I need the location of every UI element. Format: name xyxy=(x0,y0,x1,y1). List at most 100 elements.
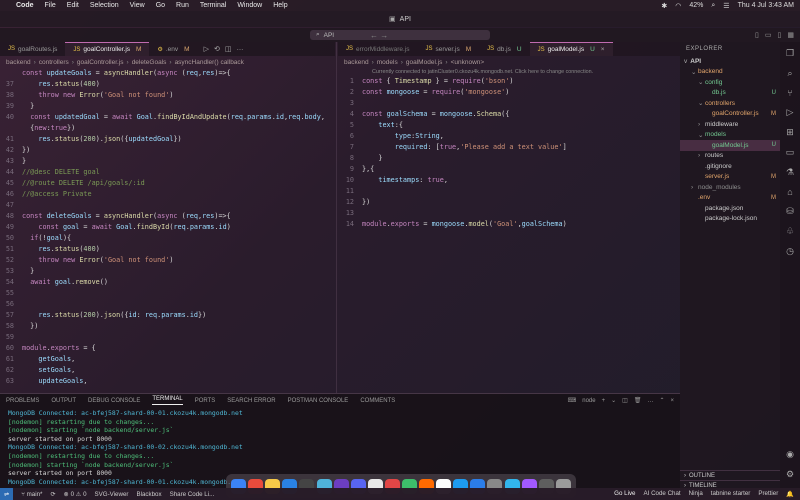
menu-view[interactable]: View xyxy=(130,2,145,9)
tab-goalcontroller[interactable]: JS goalController.js M xyxy=(65,42,150,56)
bookmark-icon[interactable]: ⌂ xyxy=(787,187,792,197)
terminal-shell-name[interactable]: node xyxy=(582,398,595,404)
tab-server[interactable]: JS server.js M xyxy=(417,42,479,56)
trash-icon[interactable]: 🗑 xyxy=(634,397,642,404)
more-actions-icon[interactable]: … xyxy=(647,398,653,404)
maximize-panel-icon[interactable]: ⌃ xyxy=(659,397,664,404)
explorer-item[interactable]: › middleware xyxy=(680,119,780,130)
breadcrumb-item[interactable]: models xyxy=(377,59,398,66)
files-icon[interactable]: ❐ xyxy=(786,48,794,59)
status-ninja[interactable]: Ninja xyxy=(689,490,703,498)
panel-tab-problems[interactable]: PROBLEMS xyxy=(6,398,39,404)
menu-selection[interactable]: Selection xyxy=(90,2,119,9)
search-icon[interactable]: ⌕ xyxy=(711,2,715,10)
code-line[interactable]: 3 xyxy=(340,98,678,109)
command-search-box[interactable]: ⌕ API xyxy=(310,30,490,40)
code-line[interactable]: 1 const { Timestamp } = require('bson') xyxy=(340,76,678,87)
status-svg-viewer[interactable]: SVG-Viewer xyxy=(95,491,129,498)
code-line[interactable]: 6 type:String, xyxy=(340,131,678,142)
code-line[interactable]: 7 required: [true,'Please add a text val… xyxy=(340,142,678,153)
menu-app-name[interactable]: Code xyxy=(16,2,34,9)
panel-tab-debug-console[interactable]: DEBUG CONSOLE xyxy=(88,398,140,404)
panel-tab-postman-console[interactable]: POSTMAN CONSOLE xyxy=(288,398,349,404)
breadcrumb-item[interactable]: asyncHandler() callback xyxy=(175,59,244,66)
source-control-icon[interactable]: ⑂ xyxy=(787,88,792,98)
panel-tab-terminal[interactable]: TERMINAL xyxy=(152,396,183,405)
code-line[interactable]: 4 const goalSchema = mongoose.Schema({ xyxy=(340,109,678,120)
split-editor-icon[interactable]: ◫ xyxy=(225,45,232,53)
code-line[interactable]: 37 res.status(400) xyxy=(0,79,330,90)
code-line[interactable]: 45 //@route DELETE /api/goals/:id xyxy=(0,178,330,189)
search-icon[interactable]: ⌕ xyxy=(787,68,792,79)
code-line[interactable]: 43} xyxy=(0,156,330,167)
bluetooth-icon[interactable]: ✱ xyxy=(661,2,667,10)
code-line[interactable]: 58 }) xyxy=(0,321,330,332)
menu-window[interactable]: Window xyxy=(237,2,262,9)
code-line[interactable]: 44 //@desc DELETE goal xyxy=(0,167,330,178)
code-line[interactable]: 50 if(!goal){ xyxy=(0,233,330,244)
menu-file[interactable]: File xyxy=(45,2,56,9)
close-icon[interactable]: × xyxy=(601,46,605,53)
explorer-item[interactable]: ⌄ config xyxy=(680,77,780,88)
status-ai-code-chat[interactable]: AI Code Chat xyxy=(644,490,681,498)
status-blackbox[interactable]: Blackbox xyxy=(136,491,161,498)
explorer-item[interactable]: server.js M xyxy=(680,172,780,183)
leaf-icon[interactable]: ♧ xyxy=(786,226,794,237)
status-go-live[interactable]: Go Live xyxy=(614,490,635,498)
breadcrumb-item[interactable]: backend xyxy=(344,59,369,66)
code-line[interactable]: 40 const updatedGoal = await Goal.findBy… xyxy=(0,112,330,123)
git-branch[interactable]: ⑂ main* xyxy=(21,491,42,498)
explorer-item[interactable]: ⌄ models xyxy=(680,130,780,141)
status-share-code[interactable]: Share Code Li... xyxy=(170,491,215,498)
tab-goalmodel[interactable]: JS goalModel.js U × xyxy=(529,42,613,56)
right-code-editor[interactable]: 1 const { Timestamp } = require('bson') 2 c… xyxy=(340,76,678,236)
code-line[interactable]: 8 } xyxy=(340,153,678,164)
panel-tab-ports[interactable]: PORTS xyxy=(195,398,216,404)
code-line[interactable]: 47 xyxy=(0,200,330,211)
menu-edit[interactable]: Edit xyxy=(67,2,79,9)
explorer-item[interactable]: › node_modules xyxy=(680,182,780,193)
code-line[interactable]: 53 } xyxy=(0,266,330,277)
breadcrumb-item[interactable]: backend xyxy=(6,59,31,66)
code-line[interactable]: 14 module.exports = mongoose.model('Goal'… xyxy=(340,219,678,230)
add-terminal-icon[interactable]: + xyxy=(602,398,606,404)
explorer-item[interactable]: .gitignore xyxy=(680,161,780,172)
tab-env[interactable]: ⚙ .env M xyxy=(149,42,197,56)
database-icon[interactable]: ⛁ xyxy=(786,206,794,217)
explorer-item[interactable]: › routes xyxy=(680,151,780,162)
menu-help[interactable]: Help xyxy=(273,2,287,9)
explorer-item[interactable]: .env M xyxy=(680,193,780,204)
more-actions-icon[interactable]: … xyxy=(236,45,243,53)
code-line[interactable]: 51 res.status(400) xyxy=(0,244,330,255)
code-line[interactable]: 60 module.exports = { xyxy=(0,343,330,354)
editor-split-divider[interactable] xyxy=(336,42,337,393)
status-tabnine[interactable]: tabnine starter xyxy=(711,490,751,498)
code-line[interactable]: 38 throw new Error('Goal not found') xyxy=(0,90,330,101)
close-icon[interactable]: × xyxy=(670,398,674,404)
testing-icon[interactable]: ⚗ xyxy=(786,167,794,178)
wifi-icon[interactable]: ◠ xyxy=(675,2,681,10)
battery-percent[interactable]: 42% xyxy=(689,2,703,9)
explorer-item[interactable]: ⌄ backend xyxy=(680,67,780,78)
menu-run[interactable]: Run xyxy=(176,2,189,9)
toggle-panel-icon[interactable]: ▭ xyxy=(765,31,772,39)
code-line[interactable]: 59 xyxy=(0,332,330,343)
code-line[interactable]: {new:true}) xyxy=(0,123,330,134)
explorer-item[interactable]: package-lock.json xyxy=(680,214,780,225)
remote-indicator-icon[interactable]: ⇌ xyxy=(0,488,14,500)
code-line[interactable]: 56 xyxy=(0,299,330,310)
code-line[interactable]: 11 xyxy=(340,186,678,197)
tab-goalroutes[interactable]: JS goalRoutes.js xyxy=(0,42,65,56)
code-line[interactable]: 62 setGoals, xyxy=(0,365,330,376)
chevron-down-icon[interactable]: ⌄ xyxy=(611,397,616,404)
menu-terminal[interactable]: Terminal xyxy=(200,2,226,9)
run-debug-icon[interactable]: ▷ xyxy=(787,107,794,118)
code-line[interactable]: 9},{ xyxy=(340,164,678,175)
code-line[interactable]: 48 const deleteGoals = asyncHandler(async… xyxy=(0,211,330,222)
code-line[interactable]: 13 xyxy=(340,208,678,219)
breadcrumb-item[interactable]: deleteGoals xyxy=(132,59,167,66)
code-line[interactable]: 10 timestamps: true, xyxy=(340,175,678,186)
panel-tab-search-error[interactable]: SEARCH ERROR xyxy=(227,398,275,404)
split-terminal-icon[interactable]: ◫ xyxy=(622,397,628,404)
clock-icon[interactable]: ◷ xyxy=(786,246,794,257)
